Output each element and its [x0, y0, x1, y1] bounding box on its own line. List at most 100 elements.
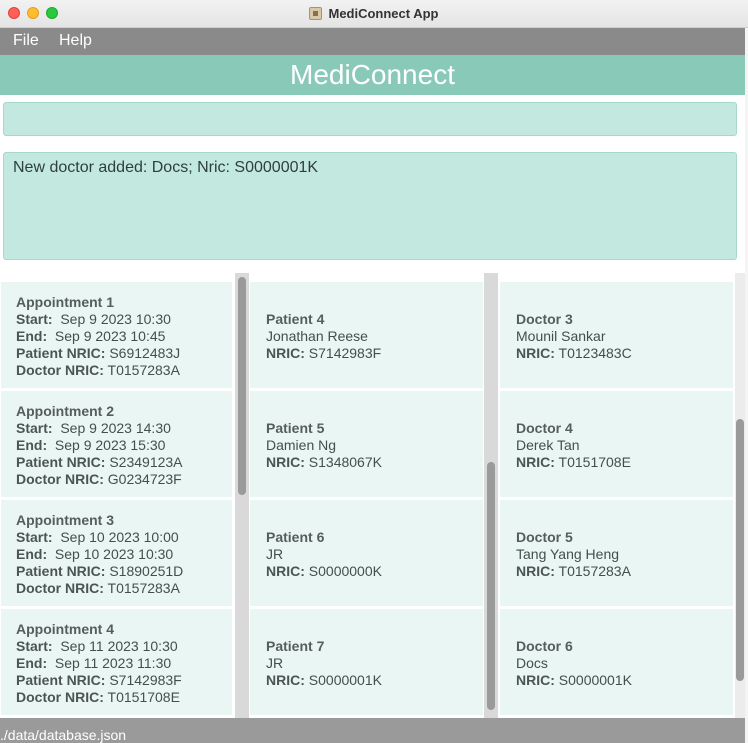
appointment-title: Appointment 2: [16, 403, 114, 419]
doctor-nric: T0151708E: [558, 454, 631, 470]
window-title: MediConnect App: [328, 6, 439, 21]
doctor-list[interactable]: Doctor 3 Mounil Sankar NRIC: T0123483C D…: [499, 273, 745, 718]
title-bar: MediConnect App: [0, 0, 748, 28]
doctor-scrollbar[interactable]: [735, 273, 745, 718]
patient-name: JR: [266, 655, 284, 671]
appointment-scroll-thumb[interactable]: [238, 277, 246, 495]
end-label: End:: [16, 546, 48, 562]
start-label: Start:: [16, 311, 53, 327]
command-input[interactable]: [3, 102, 737, 136]
appointment-end: Sep 9 2023 10:45: [54, 328, 166, 344]
start-label: Start:: [16, 638, 53, 654]
doctor-title: Doctor 6: [516, 638, 573, 654]
patient-nric: S1348067K: [308, 454, 382, 470]
nric-label: NRIC:: [266, 672, 305, 688]
doctor-card[interactable]: Doctor 5 Tang Yang Heng NRIC: T0157283A: [500, 500, 733, 609]
patient-card[interactable]: Patient 6 JR NRIC: S0000000K: [250, 500, 483, 609]
patient-title: Patient 4: [266, 311, 325, 327]
appointment-end: Sep 11 2023 11:30: [54, 655, 172, 671]
doctor-name: Tang Yang Heng: [516, 546, 620, 562]
appointment-doctor-nric: T0151708E: [107, 689, 180, 705]
appointment-card[interactable]: Appointment 4 Start: Sep 11 2023 10:30 E…: [1, 609, 232, 718]
appointment-start: Sep 9 2023 10:30: [60, 311, 171, 327]
patient-card[interactable]: Patient 4 Jonathan Reese NRIC: S7142983F: [250, 282, 483, 391]
appointment-list[interactable]: Appointment 1 Start: Sep 9 2023 10:30 En…: [0, 273, 249, 718]
patient-name: Jonathan Reese: [266, 328, 368, 344]
doctor-scroll-thumb[interactable]: [736, 419, 744, 681]
appointment-doctor-nric: T0157283A: [107, 580, 180, 596]
patient-nric: S0000000K: [308, 563, 382, 579]
patient-nric: S7142983F: [308, 345, 382, 361]
doctor-card[interactable]: Doctor 3 Mounil Sankar NRIC: T0123483C: [500, 282, 733, 391]
patient-scroll-thumb[interactable]: [487, 462, 495, 710]
patient-scrollbar[interactable]: [484, 273, 498, 718]
appointment-end: Sep 9 2023 15:30: [54, 437, 166, 453]
appointment-card[interactable]: Appointment 1 Start: Sep 9 2023 10:30 En…: [1, 282, 232, 391]
menu-file[interactable]: File: [13, 32, 39, 50]
appointment-doctor-nric: G0234723F: [107, 471, 182, 487]
start-label: Start:: [16, 420, 53, 436]
appointment-end: Sep 10 2023 10:30: [54, 546, 174, 562]
appointment-card[interactable]: Appointment 3 Start: Sep 10 2023 10:00 E…: [1, 500, 232, 609]
result-display: New doctor added: Docs; Nric: S0000001K: [3, 152, 737, 260]
nric-label: NRIC:: [266, 563, 305, 579]
app-icon: [309, 7, 323, 20]
appointment-start: Sep 9 2023 14:30: [60, 420, 171, 436]
appointment-card[interactable]: Appointment 2 Start: Sep 9 2023 14:30 En…: [1, 391, 232, 500]
appointment-scrollbar[interactable]: [235, 273, 249, 718]
appointment-title: Appointment 3: [16, 512, 114, 528]
nric-label: NRIC:: [266, 345, 305, 361]
doctor-nric-label: Doctor NRIC:: [16, 689, 104, 705]
patient-title: Patient 7: [266, 638, 325, 654]
window-title-wrap: MediConnect App: [0, 6, 748, 21]
doctor-card[interactable]: Doctor 6 Docs NRIC: S0000001K: [500, 609, 733, 718]
nric-label: NRIC:: [516, 563, 555, 579]
end-label: End:: [16, 437, 48, 453]
patient-title: Patient 6: [266, 529, 325, 545]
patient-nric-label: Patient NRIC:: [16, 563, 106, 579]
patient-card[interactable]: Patient 5 Damien Ng NRIC: S1348067K: [250, 391, 483, 500]
doctor-nric-label: Doctor NRIC:: [16, 362, 104, 378]
appointment-patient-nric: S2349123A: [109, 454, 183, 470]
patient-name: JR: [266, 546, 284, 562]
appointment-doctor-nric: T0157283A: [107, 362, 180, 378]
appointment-patient-nric: S1890251D: [109, 563, 184, 579]
doctor-title: Doctor 3: [516, 311, 573, 327]
nric-label: NRIC:: [266, 454, 305, 470]
appointment-title: Appointment 4: [16, 621, 114, 637]
status-bar: ./data/database.json: [0, 718, 745, 743]
appointment-start: Sep 10 2023 10:00: [60, 529, 179, 545]
doctor-nric: S0000001K: [558, 672, 632, 688]
patient-nric-label: Patient NRIC:: [16, 454, 106, 470]
nric-label: NRIC:: [516, 454, 555, 470]
patient-nric: S0000001K: [308, 672, 382, 688]
patient-list[interactable]: Patient 4 Jonathan Reese NRIC: S7142983F…: [249, 273, 499, 718]
menu-bar: File Help: [0, 28, 745, 55]
doctor-nric-label: Doctor NRIC:: [16, 580, 104, 596]
nric-label: NRIC:: [516, 345, 555, 361]
doctor-nric-label: Doctor NRIC:: [16, 471, 104, 487]
appointment-patient-nric: S7142983F: [109, 672, 182, 688]
doctor-name: Docs: [516, 655, 548, 671]
doctor-nric: T0123483C: [558, 345, 632, 361]
nric-label: NRIC:: [516, 672, 555, 688]
patient-nric-label: Patient NRIC:: [16, 345, 106, 361]
doctor-name: Derek Tan: [516, 437, 580, 453]
appointment-start: Sep 11 2023 10:30: [60, 638, 178, 654]
patient-nric-label: Patient NRIC:: [16, 672, 106, 688]
menu-help[interactable]: Help: [59, 32, 92, 50]
doctor-title: Doctor 5: [516, 529, 573, 545]
patient-card[interactable]: Patient 7 JR NRIC: S0000001K: [250, 609, 483, 718]
app-header: MediConnect: [0, 55, 745, 95]
doctor-name: Mounil Sankar: [516, 328, 606, 344]
doctor-title: Doctor 4: [516, 420, 573, 436]
patient-title: Patient 5: [266, 420, 325, 436]
appointment-patient-nric: S6912483J: [109, 345, 181, 361]
doctor-card[interactable]: Doctor 4 Derek Tan NRIC: T0151708E: [500, 391, 733, 500]
end-label: End:: [16, 655, 48, 671]
end-label: End:: [16, 328, 48, 344]
start-label: Start:: [16, 529, 53, 545]
patient-name: Damien Ng: [266, 437, 337, 453]
doctor-nric: T0157283A: [558, 563, 631, 579]
appointment-title: Appointment 1: [16, 294, 114, 310]
